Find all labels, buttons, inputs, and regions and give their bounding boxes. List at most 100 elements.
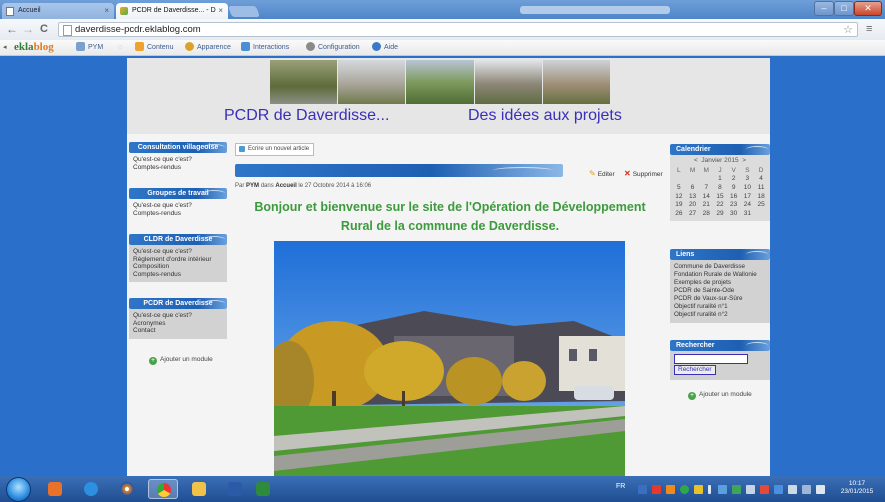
module-link[interactable]: Comptes-rendus	[133, 271, 223, 279]
module-link[interactable]: Règlement d'ordre intérieur	[133, 256, 223, 264]
bar-item-contenu[interactable]: Contenu	[135, 40, 173, 55]
tray-icon[interactable]	[652, 485, 661, 494]
calendar-day[interactable]: 20	[686, 200, 700, 209]
calendar-day[interactable]: 6	[686, 183, 700, 192]
category-link[interactable]: Accueil	[275, 183, 296, 189]
calendar-day[interactable]: 21	[699, 200, 713, 209]
calendar-day[interactable]: 12	[672, 192, 686, 201]
tray-icon[interactable]	[638, 485, 647, 494]
tray-icon[interactable]	[760, 485, 769, 494]
start-button[interactable]	[6, 477, 31, 502]
taskbar-app[interactable]	[184, 479, 214, 499]
calendar-day[interactable]: 26	[672, 209, 686, 218]
taskbar-app[interactable]	[248, 479, 278, 499]
external-link[interactable]: Objectif ruralité n°1	[674, 303, 766, 311]
eklablog-logo[interactable]: eklablog	[14, 40, 54, 55]
external-link[interactable]: Objectif ruralité n°2	[674, 311, 766, 319]
calendar-day[interactable]: 15	[713, 192, 727, 201]
calendar-day[interactable]: 1	[713, 175, 727, 184]
external-link[interactable]: Exemples de projets	[674, 279, 766, 287]
taskbar-app-active[interactable]	[148, 479, 178, 499]
add-module-link-right[interactable]: + Ajouter un module	[688, 391, 752, 400]
tray-icon[interactable]	[694, 485, 703, 494]
tray-icon[interactable]	[666, 485, 675, 494]
search-button[interactable]: Rechercher	[674, 365, 716, 375]
url-box[interactable]: ☆	[58, 22, 858, 37]
calendar-day[interactable]: 9	[727, 183, 741, 192]
module-link[interactable]: Qu'est-ce que c'est?	[133, 156, 223, 164]
calendar-day[interactable]: 3	[741, 175, 755, 184]
bar-item-pym[interactable]: PYM	[76, 40, 103, 55]
calendar-day[interactable]: 7	[699, 183, 713, 192]
write-article-button[interactable]: Ecrire un nouvel article	[235, 143, 315, 156]
calendar-day[interactable]: 14	[699, 192, 713, 201]
calendar-day[interactable]: 30	[727, 209, 741, 218]
bubble-icon[interactable]: ◌	[118, 40, 122, 55]
calendar-prev-button[interactable]: <	[694, 157, 698, 164]
search-input[interactable]	[674, 354, 748, 364]
close-window-button[interactable]: ✕	[854, 1, 882, 16]
module-link[interactable]: Acronymes	[133, 320, 223, 328]
calendar-day[interactable]: 31	[741, 209, 755, 218]
close-icon[interactable]: ×	[104, 3, 109, 18]
edit-article-button[interactable]: ✎ Editer	[589, 169, 615, 178]
tray-icon[interactable]	[774, 485, 783, 494]
external-link[interactable]: Fondation Rurale de Wallonie	[674, 271, 766, 279]
calendar-day[interactable]: 22	[713, 200, 727, 209]
tray-icon[interactable]	[746, 485, 755, 494]
calendar-day[interactable]: 29	[713, 209, 727, 218]
external-link[interactable]: PCDR de Sainte-Ode	[674, 287, 766, 295]
bar-item-configuration[interactable]: Configuration	[306, 40, 360, 55]
calendar-day[interactable]: 13	[686, 192, 700, 201]
external-link[interactable]: PCDR de Vaux-sur-Sûre	[674, 295, 766, 303]
bar-item-aide[interactable]: Aide	[372, 40, 398, 55]
minimize-button[interactable]: –	[814, 1, 834, 16]
calendar-day[interactable]: 8	[713, 183, 727, 192]
maximize-button[interactable]: □	[834, 1, 854, 16]
reload-icon[interactable]: C	[40, 21, 48, 37]
forward-arrow-icon[interactable]: →	[22, 21, 34, 37]
calendar-day[interactable]: 25	[754, 200, 768, 209]
calendar-day[interactable]: 27	[686, 209, 700, 218]
calendar-day[interactable]: 24	[741, 200, 755, 209]
calendar-day[interactable]: 5	[672, 183, 686, 192]
calendar-day[interactable]: 28	[699, 209, 713, 218]
calendar-day[interactable]: 11	[754, 183, 768, 192]
module-link[interactable]: Qu'est-ce que c'est?	[133, 248, 223, 256]
calendar-day[interactable]: 2	[727, 175, 741, 184]
calendar-day[interactable]: 19	[672, 200, 686, 209]
tray-icon[interactable]	[708, 485, 711, 494]
taskbar-app[interactable]	[76, 479, 106, 499]
close-icon[interactable]: ×	[218, 3, 223, 18]
author-link[interactable]: PYM	[246, 183, 259, 189]
tray-icon[interactable]	[718, 485, 727, 494]
back-arrow-icon[interactable]: ←	[6, 21, 18, 37]
flag-icon[interactable]	[788, 485, 797, 494]
url-input[interactable]	[75, 23, 815, 36]
calendar-next-button[interactable]: >	[742, 157, 746, 164]
calendar-day[interactable]: 17	[741, 192, 755, 201]
bookmark-star-icon[interactable]: ☆	[843, 23, 853, 36]
taskbar-app[interactable]	[112, 479, 142, 499]
add-module-link-left[interactable]: + Ajouter un module	[149, 356, 213, 365]
calendar-day[interactable]: 23	[727, 200, 741, 209]
calendar-day[interactable]: 16	[727, 192, 741, 201]
module-link[interactable]: Comptes-rendus	[133, 210, 223, 218]
delete-article-button[interactable]: ✕ Supprimer	[624, 169, 663, 178]
module-link[interactable]: Qu'est-ce que c'est?	[133, 202, 223, 210]
module-link[interactable]: Composition	[133, 263, 223, 271]
bar-arrow-icon[interactable]: ◂	[3, 40, 7, 55]
taskbar-app[interactable]	[220, 479, 250, 499]
tray-icon[interactable]	[732, 485, 741, 494]
wrench-icon[interactable]: ≡	[866, 21, 872, 37]
taskbar-app[interactable]	[40, 479, 70, 499]
volume-icon[interactable]	[816, 485, 825, 494]
new-tab-button[interactable]	[227, 6, 261, 17]
calendar-day[interactable]: 10	[741, 183, 755, 192]
clock[interactable]: 10:17 23/01/2015	[838, 480, 876, 496]
external-link[interactable]: Commune de Daverdisse	[674, 263, 766, 271]
tray-icon[interactable]	[680, 485, 689, 494]
module-link[interactable]: Comptes-rendus	[133, 164, 223, 172]
tab-pcdr[interactable]: PCDR de Daverdisse... - D ×	[116, 3, 228, 19]
bar-item-apparence[interactable]: Apparence	[185, 40, 231, 55]
